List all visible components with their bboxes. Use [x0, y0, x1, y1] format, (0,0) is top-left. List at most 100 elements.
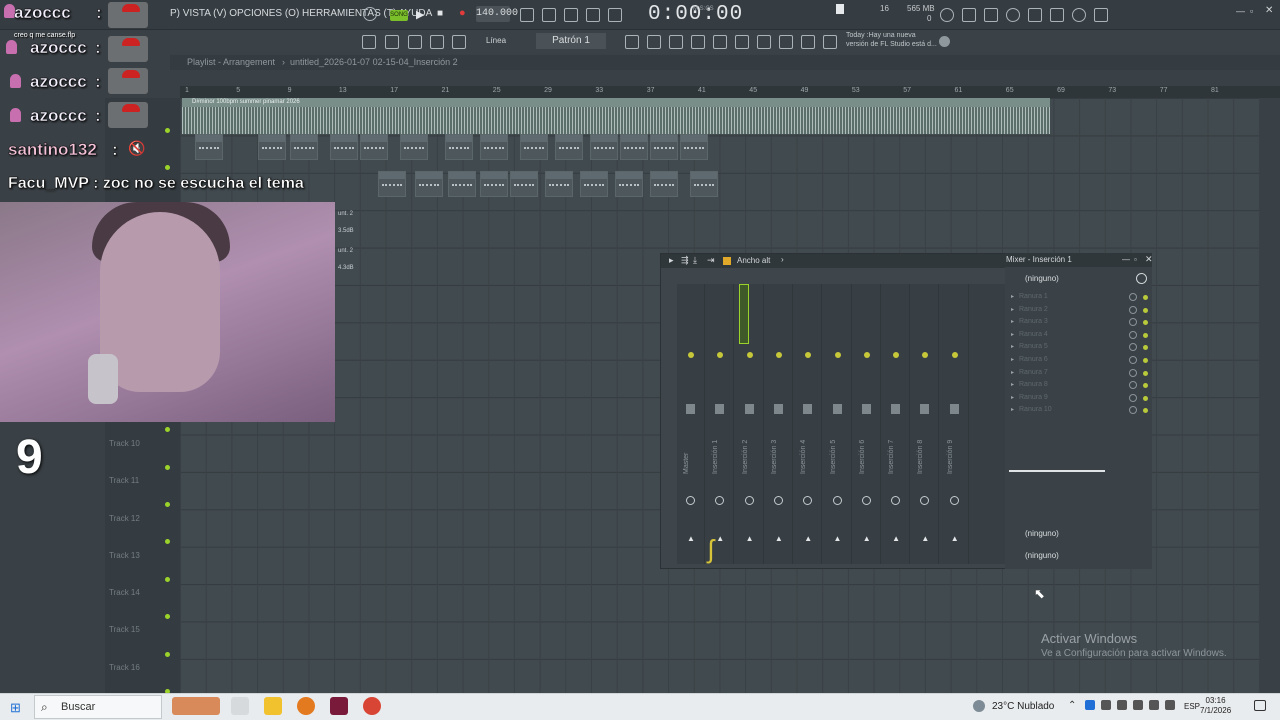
strip-led[interactable]: [863, 352, 870, 358]
language-indicator[interactable]: ESP: [1184, 702, 1200, 711]
route-arrow-icon[interactable]: ▲: [804, 534, 812, 543]
pattern-clip[interactable]: [520, 134, 548, 160]
help-icon[interactable]: [1006, 8, 1020, 22]
mixer-strip[interactable]: Inserción 8 ▲: [911, 284, 940, 564]
pattern-clip[interactable]: [590, 134, 618, 160]
track-mute-led[interactable]: [165, 614, 170, 620]
link-icon[interactable]: [430, 35, 444, 49]
mixer-strip[interactable]: Inserción 6 ▲: [853, 284, 881, 564]
arrow-icon[interactable]: [385, 35, 399, 49]
pattern-clip[interactable]: [448, 171, 476, 197]
strip-led[interactable]: [746, 352, 753, 358]
task-view-icon[interactable]: [231, 697, 249, 715]
mixer-strip[interactable]: Inserción 1 ▲: [706, 284, 735, 564]
pattern-clip[interactable]: [195, 134, 223, 160]
effect-slot[interactable]: Ranura 1: [1019, 293, 1048, 300]
audio-input-selector[interactable]: (ninguno): [1025, 529, 1059, 538]
save-icon[interactable]: [1028, 8, 1042, 22]
slot-mix-knob[interactable]: [1129, 343, 1137, 352]
play-icon[interactable]: ▶: [416, 8, 424, 21]
track-label[interactable]: Track 12: [109, 514, 140, 523]
maximize-icon[interactable]: ▫: [1250, 6, 1253, 16]
track-mute-led[interactable]: [165, 128, 170, 133]
mic-icon[interactable]: [984, 8, 998, 22]
route-arrow-icon[interactable]: ▲: [775, 534, 783, 543]
undo-history-icon[interactable]: [940, 8, 954, 22]
track-mute-led[interactable]: [165, 651, 170, 657]
track-mute-led[interactable]: [165, 576, 170, 582]
countdown-icon[interactable]: [564, 8, 578, 22]
send-knob[interactable]: [773, 496, 783, 505]
strip-led[interactable]: [922, 352, 929, 358]
send-knob[interactable]: [861, 496, 871, 505]
pattern-clip[interactable]: [400, 134, 428, 160]
tray-chevron-icon[interactable]: ⌃: [1068, 700, 1076, 711]
fl-studio-taskbar-icon[interactable]: [363, 697, 381, 715]
song-mode-button[interactable]: SONG: [390, 10, 408, 21]
chat-icon[interactable]: [1072, 8, 1086, 22]
channel-rack-icon[interactable]: [669, 35, 683, 49]
strip-led[interactable]: [775, 352, 782, 358]
slot-arrow-icon[interactable]: ▸: [1011, 369, 1014, 376]
pattern-clip[interactable]: [650, 134, 678, 160]
metronome-icon[interactable]: [363, 7, 377, 21]
pattern-clip[interactable]: [615, 171, 643, 197]
route-arrow-icon[interactable]: ▲: [863, 534, 871, 543]
strip-led[interactable]: [688, 352, 694, 358]
pattern-clip[interactable]: [290, 134, 318, 160]
minimize-icon[interactable]: —: [1122, 255, 1130, 264]
send-knob[interactable]: [832, 496, 842, 505]
effect-slot[interactable]: Ranura 7: [1019, 369, 1048, 376]
slot-arrow-icon[interactable]: ▸: [1011, 293, 1014, 300]
route-arrow-icon[interactable]: ▲: [951, 534, 959, 543]
mixer-strip[interactable]: Inserción 2 ▲: [736, 284, 764, 564]
route-arrow-icon[interactable]: ▲: [716, 534, 724, 543]
slot-arrow-icon[interactable]: ▸: [1011, 306, 1014, 313]
cart-icon[interactable]: [823, 35, 837, 49]
send-knob[interactable]: [891, 496, 901, 505]
slot-mix-knob[interactable]: [1129, 393, 1137, 402]
slot-mix-knob[interactable]: [1129, 356, 1137, 364]
mixer-strip[interactable]: Master ▲: [677, 284, 705, 564]
track-mute-led[interactable]: [165, 427, 170, 433]
pattern-clip[interactable]: [330, 134, 358, 160]
network-icon[interactable]: [1133, 700, 1143, 710]
slot-mix-knob[interactable]: [1129, 318, 1137, 327]
stop-icon[interactable]: ■: [437, 8, 443, 19]
news-ticker[interactable]: Today :Hay una nueva versión de FL Studi…: [846, 31, 937, 49]
piano-roll-icon[interactable]: [647, 35, 661, 49]
slot-arrow-icon[interactable]: ▸: [1011, 406, 1014, 413]
strip-led[interactable]: [805, 352, 812, 358]
track-mute-led[interactable]: [165, 165, 170, 171]
pattern-clip[interactable]: [555, 134, 583, 160]
slot-enable-led[interactable]: [1143, 345, 1148, 351]
tray-app-icon[interactable]: [1085, 700, 1095, 710]
preset-selector[interactable]: (ninguno): [1025, 274, 1059, 283]
send-knob[interactable]: [920, 496, 930, 505]
slot-enable-led[interactable]: [1143, 395, 1148, 401]
mixer-tool-icon[interactable]: ⇥: [707, 255, 715, 266]
tray-app-icon[interactable]: [1117, 700, 1127, 710]
mixer-strip[interactable]: Inserción 7 ▲: [882, 284, 911, 564]
send-knob[interactable]: [715, 496, 725, 505]
mixer-tool-icon[interactable]: ⇶: [681, 255, 689, 266]
pattern-clip[interactable]: [258, 134, 286, 160]
taskbar-clock[interactable]: 03:16 7/1/2026: [1200, 696, 1231, 716]
search-highlight-image[interactable]: [172, 697, 220, 715]
slot-arrow-icon[interactable]: ▸: [1011, 356, 1014, 363]
track-label[interactable]: Track 15: [109, 625, 140, 634]
route-arrow-icon[interactable]: ▲: [687, 534, 695, 543]
effect-slot[interactable]: Ranura 5: [1019, 343, 1048, 350]
stamp-icon[interactable]: [452, 35, 466, 49]
effect-slot[interactable]: Ranura 8: [1019, 381, 1048, 388]
slot-enable-led[interactable]: [1143, 383, 1148, 389]
mixer-icon[interactable]: [691, 35, 705, 49]
route-arrow-icon[interactable]: ▲: [892, 534, 900, 543]
mixer-menu-icon[interactable]: ▸: [669, 255, 674, 266]
windows-start-icon[interactable]: ⊞: [10, 700, 21, 716]
browser-icon[interactable]: [713, 35, 727, 49]
volume-icon[interactable]: [1149, 700, 1159, 710]
send-knob[interactable]: [744, 496, 754, 505]
notifications-icon[interactable]: [1254, 700, 1266, 711]
pencil-icon[interactable]: [408, 35, 422, 49]
